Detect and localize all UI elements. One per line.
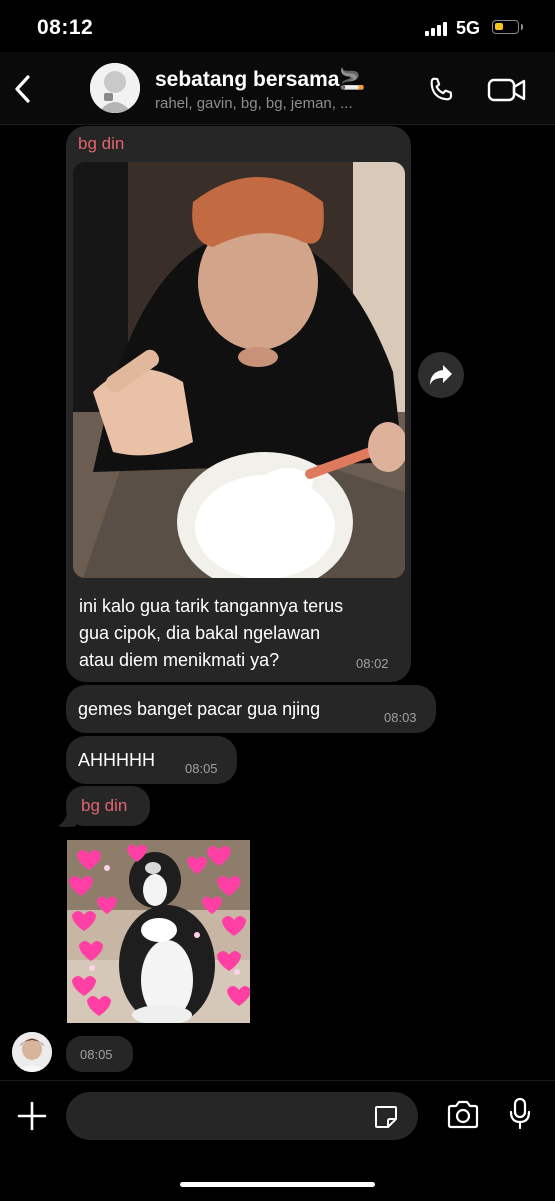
message-text-line: atau diem menikmati ya? bbox=[79, 650, 280, 670]
phone-icon[interactable] bbox=[425, 74, 457, 106]
group-members[interactable]: rahel, gavin, bg, bg, jeman, ... bbox=[155, 95, 353, 112]
sender-name: bg din bbox=[81, 796, 128, 815]
message-text-line: gua cipok, dia bakal ngelawan bbox=[79, 623, 321, 643]
group-avatar[interactable] bbox=[90, 63, 140, 113]
message-text: AHHHHH bbox=[78, 750, 156, 770]
message-bubble[interactable]: AHHHHH 08:05 bbox=[66, 736, 237, 784]
plus-icon[interactable] bbox=[17, 1101, 47, 1131]
chat-header: sebatang bersama🚬 rahel, gavin, bg, bg, … bbox=[0, 52, 555, 125]
signal-icon bbox=[425, 21, 449, 36]
message-text-line: ini kalo gua tarik tangannya terus bbox=[79, 596, 344, 616]
group-name[interactable]: sebatang bersama🚬 bbox=[155, 68, 366, 92]
sender-name: bg din bbox=[78, 134, 125, 153]
sticker-icon[interactable] bbox=[373, 1104, 399, 1130]
message-time: 08:03 bbox=[384, 710, 417, 725]
forward-button[interactable] bbox=[418, 352, 464, 398]
message-bubble[interactable]: bg din ini kalo gua tarik tangannya teru… bbox=[66, 126, 411, 682]
message-bubble[interactable]: bg din bbox=[66, 786, 150, 826]
battery-icon bbox=[492, 20, 519, 34]
chevron-left-icon[interactable] bbox=[12, 74, 34, 104]
microphone-icon[interactable] bbox=[508, 1097, 532, 1131]
message-time: 08:02 bbox=[356, 656, 389, 671]
message-bubble[interactable]: 08:05 bbox=[66, 1036, 133, 1072]
battery-tip bbox=[521, 24, 523, 30]
camera-icon[interactable] bbox=[446, 1100, 480, 1130]
message-time: 08:05 bbox=[80, 1047, 113, 1062]
network-type: 5G bbox=[456, 18, 481, 38]
home-indicator bbox=[180, 1182, 375, 1187]
message-photo[interactable] bbox=[73, 162, 405, 578]
message-bubble[interactable]: gemes banget pacar gua njing 08:03 bbox=[66, 685, 436, 733]
message-text: gemes banget pacar gua njing bbox=[78, 699, 321, 719]
status-time: 08:12 bbox=[37, 16, 94, 39]
share-arrow-icon bbox=[430, 365, 452, 385]
message-input[interactable] bbox=[66, 1092, 418, 1140]
cat-hearts-image[interactable] bbox=[67, 840, 250, 1023]
video-camera-icon[interactable] bbox=[487, 76, 527, 104]
sender-avatar[interactable] bbox=[12, 1032, 52, 1072]
message-time: 08:05 bbox=[185, 761, 218, 776]
